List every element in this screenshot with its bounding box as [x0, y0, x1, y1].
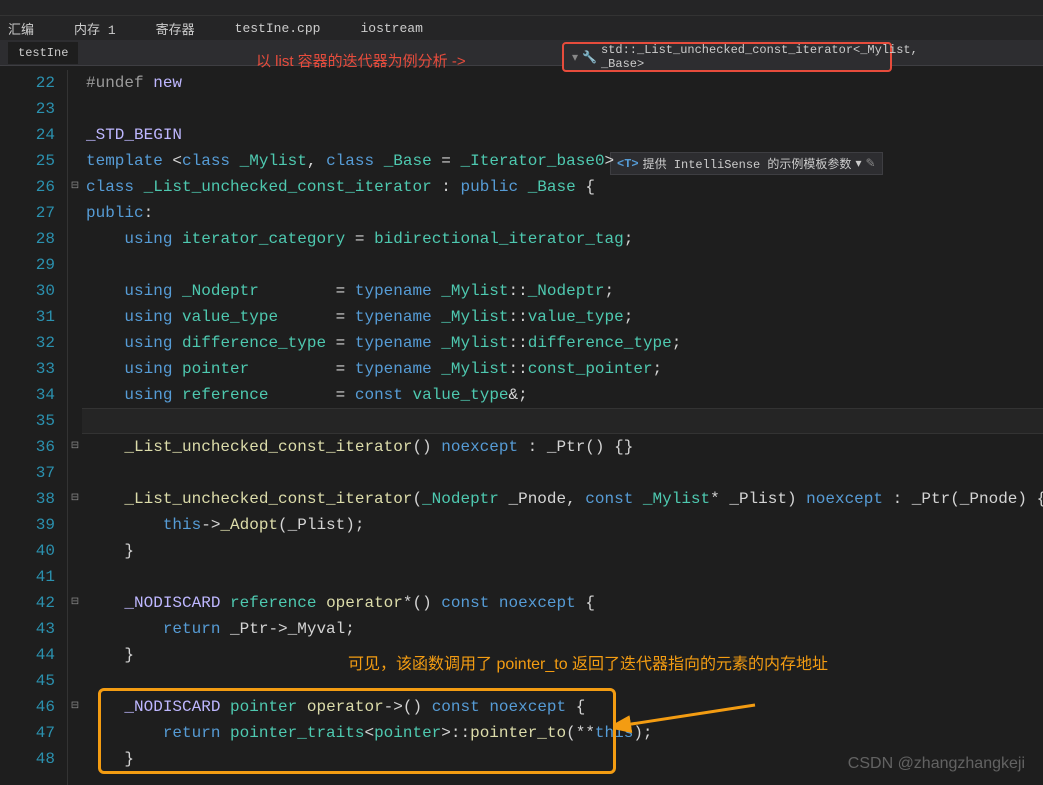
fold-toggle [68, 304, 82, 330]
code-line[interactable]: class _List_unchecked_const_iterator : p… [86, 174, 1043, 200]
code-line[interactable]: using value_type = typename _Mylist::val… [86, 304, 1043, 330]
fold-toggle [68, 460, 82, 486]
code-area[interactable]: #undef new _STD_BEGINtemplate <class _Myl… [82, 70, 1043, 785]
fold-toggle[interactable]: ⊟ [68, 434, 82, 460]
toolbar-item[interactable]: iostream [360, 21, 422, 36]
line-number: 27 [0, 200, 55, 226]
code-line[interactable]: using reference = const value_type&; [86, 382, 1043, 408]
line-number: 24 [0, 122, 55, 148]
fold-toggle [68, 70, 82, 96]
line-number: 25 [0, 148, 55, 174]
fold-toggle [68, 564, 82, 590]
code-line[interactable]: return _Ptr->_Myval; [86, 616, 1043, 642]
code-line[interactable]: using iterator_category = bidirectional_… [86, 226, 1043, 252]
code-line[interactable] [86, 564, 1043, 590]
code-line[interactable] [86, 96, 1043, 122]
line-number: 45 [0, 668, 55, 694]
title-bar-strip [0, 0, 1043, 16]
line-number: 42 [0, 590, 55, 616]
code-line[interactable]: #undef new [86, 70, 1043, 96]
toolbar-item[interactable]: 寄存器 [156, 19, 195, 38]
fold-toggle [68, 616, 82, 642]
fold-toggle [68, 668, 82, 694]
line-number: 23 [0, 96, 55, 122]
code-line[interactable]: _List_unchecked_const_iterator() noexcep… [86, 434, 1043, 460]
line-number: 32 [0, 330, 55, 356]
highlight-box [98, 688, 616, 774]
line-number: 30 [0, 278, 55, 304]
fold-toggle [68, 252, 82, 278]
line-number: 36 [0, 434, 55, 460]
line-number: 34 [0, 382, 55, 408]
fold-toggle [68, 356, 82, 382]
line-number: 43 [0, 616, 55, 642]
fold-toggle [68, 200, 82, 226]
breadcrumb-text: std::_List_unchecked_const_iterator<_Myl… [601, 43, 918, 71]
fold-toggle[interactable]: ⊟ [68, 174, 82, 200]
code-line[interactable]: _List_unchecked_const_iterator(_Nodeptr … [86, 486, 1043, 512]
file-tab[interactable]: testIne [8, 42, 78, 64]
line-number: 33 [0, 356, 55, 382]
code-line[interactable] [86, 408, 1043, 434]
line-number: 37 [0, 460, 55, 486]
chevron-down-icon: ▾ [572, 50, 578, 65]
code-line[interactable]: using _Nodeptr = typename _Mylist::_Node… [86, 278, 1043, 304]
fold-toggle [68, 720, 82, 746]
fold-column: ⊟ ⊟ ⊟ ⊟ ⊟ [68, 70, 82, 785]
line-number: 26 [0, 174, 55, 200]
breadcrumb-dropdown[interactable]: ▾ 🔧 std::_List_unchecked_const_iterator<… [562, 42, 892, 72]
editor: 2223242526272829303132333435363738394041… [0, 70, 1043, 785]
fold-toggle[interactable]: ⊟ [68, 694, 82, 720]
toolbar-item[interactable]: 内存 1 [74, 19, 116, 38]
toolbar-item[interactable]: 汇编 [8, 19, 34, 38]
fold-toggle [68, 226, 82, 252]
line-number: 35 [0, 408, 55, 434]
line-number: 28 [0, 226, 55, 252]
line-number: 22 [0, 70, 55, 96]
fold-toggle [68, 642, 82, 668]
line-number: 38 [0, 486, 55, 512]
code-line[interactable]: } [86, 538, 1043, 564]
code-line[interactable]: using difference_type = typename _Mylist… [86, 330, 1043, 356]
watermark: CSDN @zhangzhangkeji [848, 755, 1025, 773]
line-number: 41 [0, 564, 55, 590]
line-number: 31 [0, 304, 55, 330]
annotation-orange: 可见，该函数调用了 pointer_to 返回了迭代器指向的元素的内存地址 [348, 650, 828, 674]
line-number: 39 [0, 512, 55, 538]
toolbar-item[interactable]: testIne.cpp [235, 21, 321, 36]
code-line[interactable] [86, 460, 1043, 486]
fold-toggle[interactable]: ⊟ [68, 486, 82, 512]
code-line[interactable]: this->_Adopt(_Plist); [86, 512, 1043, 538]
line-number: 44 [0, 642, 55, 668]
line-number: 47 [0, 720, 55, 746]
line-number: 29 [0, 252, 55, 278]
fold-toggle [68, 330, 82, 356]
code-line[interactable]: _STD_BEGIN [86, 122, 1043, 148]
line-number-gutter: 2223242526272829303132333435363738394041… [0, 70, 68, 785]
fold-toggle[interactable]: ⊟ [68, 590, 82, 616]
line-number: 48 [0, 746, 55, 772]
annotation-red: 以 list 容器的迭代器为例分析 -> [256, 50, 466, 71]
wrench-icon: 🔧 [582, 50, 597, 65]
code-line[interactable]: public: [86, 200, 1043, 226]
line-number: 40 [0, 538, 55, 564]
fold-toggle [68, 538, 82, 564]
fold-toggle [68, 746, 82, 772]
fold-toggle [68, 122, 82, 148]
code-line[interactable]: using pointer = typename _Mylist::const_… [86, 356, 1043, 382]
line-number: 46 [0, 694, 55, 720]
fold-toggle [68, 148, 82, 174]
fold-toggle [68, 382, 82, 408]
code-line[interactable]: template <class _Mylist, class _Base = _… [86, 148, 1043, 174]
code-line[interactable]: _NODISCARD reference operator*() const n… [86, 590, 1043, 616]
code-line[interactable] [86, 252, 1043, 278]
fold-toggle [68, 512, 82, 538]
fold-toggle [68, 96, 82, 122]
toolbar: 汇编 内存 1 寄存器 testIne.cpp iostream [0, 16, 1043, 40]
fold-toggle [68, 278, 82, 304]
fold-toggle [68, 408, 82, 434]
